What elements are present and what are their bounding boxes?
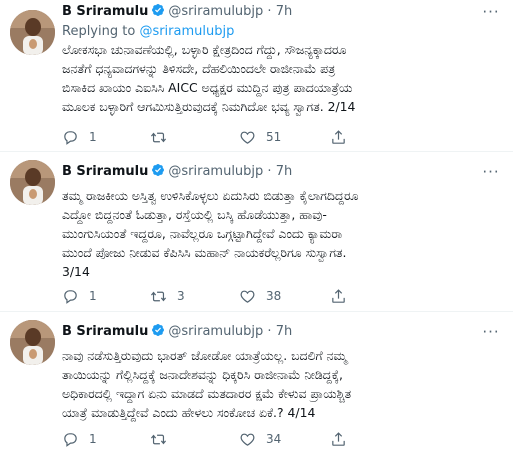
tweet[interactable]: B Sriramulu @sriramulubjp · 7h ··· Replyi… bbox=[0, 0, 513, 152]
replying-prefix: Replying to bbox=[62, 24, 136, 39]
tweet-text-line: ತಮ್ಮ ರಾಜಕೀಯ ಅಸ್ತಿತ್ವ ಉಳಿಸಿಕೊಳ್ಳಲು ಏದುಸಿರ… bbox=[62, 188, 359, 203]
retweet-button[interactable] bbox=[150, 429, 177, 449]
tweet-text-line: ಮೂಲಕ ಬಳ್ಳಾರಿಗೆ ಆಗಮಿಸುತ್ತಿರುವುದಕ್ಕೆ ನಿಮಗಿ… bbox=[62, 99, 356, 114]
verified-badge-icon bbox=[152, 324, 165, 336]
tweet-text-line: 3/14 bbox=[62, 264, 90, 279]
tweet-text-line: ಯಾತ್ರೆ ಮಾಡುತ್ತಿದ್ದೇವೆ ಎಂದು ಹೇಳಲು ಸಂಕೋಚ ಏ… bbox=[62, 405, 316, 420]
avatar[interactable] bbox=[10, 320, 55, 365]
verified-badge-icon bbox=[152, 164, 165, 176]
like-button[interactable]: 38 bbox=[239, 286, 281, 306]
retweet-icon bbox=[150, 291, 167, 301]
share-icon bbox=[332, 129, 345, 144]
like-icon bbox=[240, 131, 255, 144]
tweet-text-line: ಜನತೆಗೆ ಧನ್ಯವಾದಗಳನ್ನು ತಿಳಿಸದೇ, ದೆಹಲಿಯಿಂದಲ… bbox=[62, 61, 336, 76]
avatar[interactable] bbox=[10, 10, 55, 55]
author-name[interactable]: B Sriramulu bbox=[62, 164, 148, 179]
timestamp[interactable]: 7h bbox=[276, 4, 293, 19]
tweet[interactable]: B Sriramulu @sriramulubjp · 7h ··· ನಾವು ನ… bbox=[0, 312, 513, 454]
retweet-icon bbox=[150, 132, 167, 142]
like-icon bbox=[240, 433, 255, 446]
share-button[interactable] bbox=[330, 286, 347, 306]
tweet-text: ಲೋಕಸಭಾ ಚುನಾವಣೆಯಲ್ಲಿ, ಬಳ್ಳಾರಿ ಕ್ಷೇತ್ರದಿಂದ… bbox=[62, 40, 503, 116]
separator-dot: · bbox=[263, 164, 276, 179]
author-name[interactable]: B Sriramulu bbox=[62, 324, 148, 339]
reply-count: 1 bbox=[89, 432, 97, 446]
tweet-actions: 1 34 bbox=[62, 429, 503, 449]
tweet[interactable]: B Sriramulu @sriramulubjp · 7h ··· ತಮ್ಮ ರ… bbox=[0, 152, 513, 312]
like-count: 51 bbox=[266, 130, 282, 144]
avatar-image bbox=[10, 10, 55, 55]
tweet-text: ತಮ್ಮ ರಾಜಕೀಯ ಅಸ್ತಿತ್ವ ಉಳಿಸಿಕೊಳ್ಳಲು ಏದುಸಿರ… bbox=[62, 186, 503, 281]
like-button[interactable]: 51 bbox=[239, 127, 281, 147]
separator-dot: · bbox=[263, 324, 276, 339]
author-handle[interactable]: @sriramulubjp bbox=[168, 164, 263, 179]
tweet-text-line: ಬಿಸಾಕಿದ ಖಾಯಂ ಎಐಸಿಸಿ AICC ಅಧ್ಯಕ್ಷರ ಮುದ್ದಿ… bbox=[62, 80, 353, 95]
reply-icon bbox=[64, 289, 77, 304]
avatar-image bbox=[10, 320, 55, 365]
share-icon bbox=[332, 431, 345, 446]
reply-count: 1 bbox=[89, 130, 97, 144]
retweet-button[interactable]: 3 bbox=[150, 286, 185, 306]
tweet-text: ನಾವು ನಡೆಸುತ್ತಿರುವುದು ಭಾರತ್ ಜೋಡೋ ಯಾತ್ರೆಯಲ… bbox=[62, 346, 503, 422]
like-icon bbox=[240, 290, 255, 303]
more-icon[interactable]: ··· bbox=[481, 322, 501, 342]
more-icon[interactable]: ··· bbox=[481, 2, 501, 22]
tweet-text-line: ಎದ್ದೋ ಬಿದ್ದನಂತೆ ಓಡುತ್ತಾ, ರಸ್ತೆಯಲ್ಲಿ ಬಸ್ಕ… bbox=[62, 207, 327, 222]
share-button[interactable] bbox=[330, 429, 347, 449]
like-button[interactable]: 34 bbox=[239, 429, 281, 449]
retweet-icon bbox=[150, 434, 167, 444]
avatar[interactable] bbox=[10, 160, 55, 205]
share-button[interactable] bbox=[330, 127, 347, 147]
author-name[interactable]: B Sriramulu bbox=[62, 4, 148, 19]
tweet-text-line: ಅಧಿಕಾರದಲ್ಲಿ ಇದ್ದಾಗ ಏನು ಮಾಡದೆ ಮತದಾರರ ಕ್ಷಮ… bbox=[62, 386, 352, 401]
tweet-header: B Sriramulu @sriramulubjp · 7h ··· bbox=[62, 2, 501, 22]
like-count: 34 bbox=[266, 432, 282, 446]
share-icon bbox=[332, 288, 345, 303]
avatar-image bbox=[10, 160, 55, 205]
reply-icon bbox=[64, 130, 77, 145]
retweet-button[interactable] bbox=[150, 127, 177, 147]
separator-dot: · bbox=[263, 4, 276, 19]
more-icon[interactable]: ··· bbox=[481, 162, 501, 182]
like-count: 38 bbox=[266, 289, 282, 303]
author-handle[interactable]: @sriramulubjp bbox=[168, 324, 263, 339]
reply-mention-link[interactable]: @sriramulubjp bbox=[139, 24, 234, 39]
verified-badge-icon bbox=[152, 4, 165, 16]
tweet-text-line: ಮುಂಗುಸಿಯಂತೆ ಇದ್ದರೂ, ನಾವೆಲ್ಲರೂ ಒಗ್ಗಟ್ಟಾಗಿ… bbox=[62, 226, 343, 241]
reply-count: 1 bbox=[89, 289, 97, 303]
timestamp[interactable]: 7h bbox=[276, 324, 293, 339]
reply-icon bbox=[64, 432, 77, 447]
tweet-actions: 1 3 38 bbox=[62, 286, 503, 306]
tweet-text-line: ಮುಂದೆ ಪೋಜು ನೀಡುವ ಕೆಪಿಸಿಸಿ ಮಹಾನ್ ನಾಯಕರೆಲ್… bbox=[62, 245, 347, 260]
reply-button[interactable]: 1 bbox=[62, 127, 97, 147]
tweet-actions: 1 51 bbox=[62, 127, 503, 147]
retweet-count: 3 bbox=[177, 289, 185, 303]
replying-to: Replying to @sriramulubjp bbox=[62, 23, 234, 41]
timestamp[interactable]: 7h bbox=[276, 164, 293, 179]
author-handle[interactable]: @sriramulubjp bbox=[168, 4, 263, 19]
reply-button[interactable]: 1 bbox=[62, 429, 97, 449]
tweet-header: B Sriramulu @sriramulubjp · 7h ··· bbox=[62, 162, 501, 182]
tweet-text-line: ನಾವು ನಡೆಸುತ್ತಿರುವುದು ಭಾರತ್ ಜೋಡೋ ಯಾತ್ರೆಯಲ… bbox=[62, 348, 347, 363]
reply-button[interactable]: 1 bbox=[62, 286, 97, 306]
tweet-text-line: ಲೋಕಸಭಾ ಚುನಾವಣೆಯಲ್ಲಿ, ಬಳ್ಳಾರಿ ಕ್ಷೇತ್ರದಿಂದ… bbox=[62, 42, 347, 57]
tweet-text-line: ತಾಯಿಯನ್ನು ಗೆಲ್ಲಿಸಿದ್ದಕ್ಕೆ ಜನಾದೇಶವನ್ನು ಧಿ… bbox=[62, 367, 343, 382]
tweet-header: B Sriramulu @sriramulubjp · 7h ··· bbox=[62, 322, 501, 342]
